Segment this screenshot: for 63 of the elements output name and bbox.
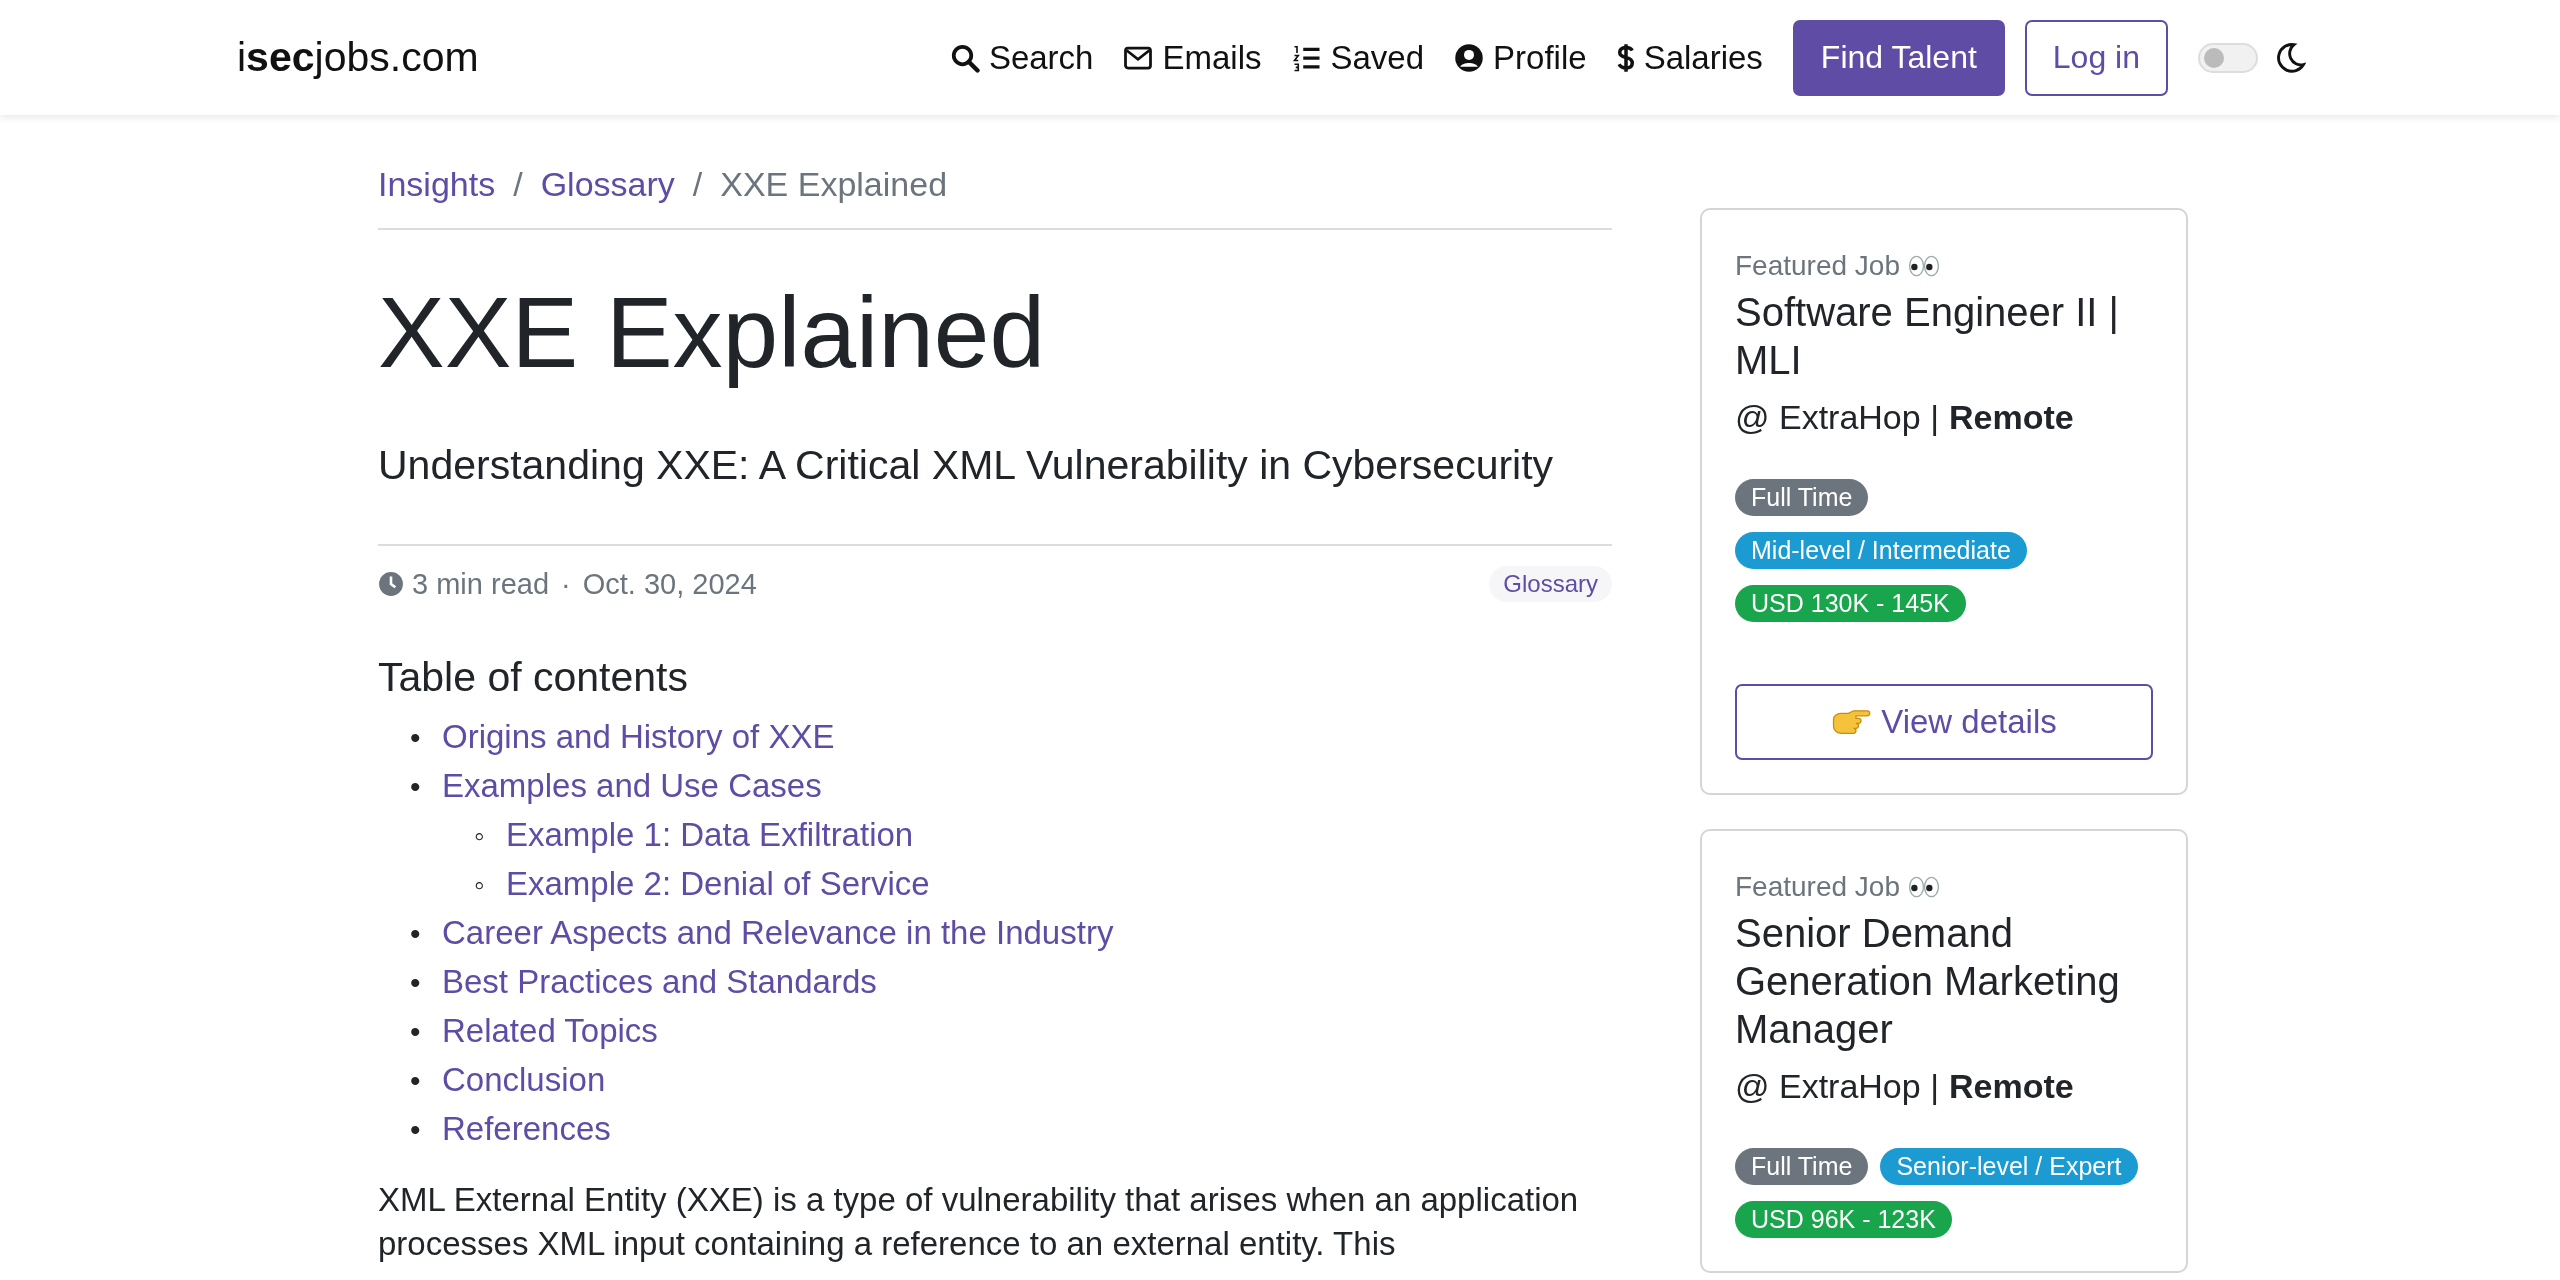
breadcrumb-separator: / bbox=[692, 165, 703, 204]
company-name: @ ExtraHop | bbox=[1735, 398, 1939, 437]
nav-link[interactable]: Salaries bbox=[1616, 38, 1763, 77]
view-details-button[interactable]: View details bbox=[1735, 684, 2153, 760]
breadcrumb-current: XXE Explained bbox=[720, 165, 948, 204]
separator-dot: · bbox=[561, 567, 571, 601]
job-title[interactable]: Software Engineer II | MLI bbox=[1735, 288, 2153, 384]
clock-icon bbox=[378, 571, 404, 597]
job-location: Remote bbox=[1948, 398, 2074, 437]
user-circle-icon bbox=[1454, 42, 1485, 73]
job-tag: Full Time bbox=[1735, 1148, 1869, 1185]
featured-label: Featured Job bbox=[1735, 250, 1900, 282]
eyes-icon bbox=[1908, 876, 1940, 898]
toc-link[interactable]: Example 1: Data Exfiltration bbox=[506, 811, 914, 859]
featured-label: Featured Job bbox=[1735, 871, 1900, 903]
toc-link[interactable]: Best Practices and Standards bbox=[442, 958, 877, 1006]
theme-toggle[interactable] bbox=[2198, 42, 2258, 73]
nav-link[interactable]: Saved bbox=[1291, 38, 1425, 77]
bullet: • bbox=[410, 1014, 422, 1050]
bullet: • bbox=[410, 1112, 422, 1148]
nav-link[interactable]: Profile bbox=[1454, 38, 1587, 77]
toc-link[interactable]: Career Aspects and Relevance in the Industry bbox=[442, 909, 1114, 957]
bullet: ◦ bbox=[474, 818, 486, 854]
breadcrumb-link[interactable]: Glossary bbox=[540, 165, 675, 204]
job-tag: Mid-level / Intermediate bbox=[1735, 532, 2027, 569]
page-subtitle: Understanding XXE: A Critical XML Vulnerability in Cybersecurity bbox=[378, 442, 1555, 489]
pointing-hand-icon bbox=[1831, 707, 1872, 737]
page-title: XXE Explained bbox=[378, 275, 1047, 390]
job-location: Remote bbox=[1948, 1067, 2074, 1106]
job-tag: USD 130K - 145K bbox=[1735, 585, 1966, 622]
moon-icon[interactable] bbox=[2274, 41, 2306, 74]
read-time: 3 min read bbox=[412, 567, 549, 601]
find-talent-button[interactable]: Find Talent bbox=[1792, 19, 2005, 96]
nav-link[interactable]: Search bbox=[949, 38, 1094, 77]
site-logo[interactable]: isecjobs.com bbox=[237, 34, 479, 81]
bullet: • bbox=[410, 916, 422, 952]
company-name: @ ExtraHop | bbox=[1735, 1067, 1939, 1106]
login-button[interactable]: Log in bbox=[2024, 19, 2168, 96]
bullet: • bbox=[410, 1063, 422, 1099]
bullet: • bbox=[410, 965, 422, 1001]
eyes-icon bbox=[1908, 255, 1940, 277]
toc-link[interactable]: Conclusion bbox=[442, 1056, 606, 1104]
nav-link[interactable]: Emails bbox=[1123, 38, 1262, 77]
article-paragraph: XML External Entity (XXE) is a type of vulnerability that arises when an application processes XML input containing a reference to an external entity. This bbox=[378, 1180, 1580, 1264]
category-tag[interactable]: Glossary bbox=[1489, 566, 1612, 602]
toc-link[interactable]: Origins and History of XXE bbox=[442, 713, 835, 761]
toc-link[interactable]: Examples and Use Cases bbox=[442, 762, 822, 810]
job-tag: USD 96K - 123K bbox=[1735, 1201, 1952, 1238]
job-tag: Full Time bbox=[1735, 479, 1869, 516]
publish-date: Oct. 30, 2024 bbox=[582, 567, 757, 601]
breadcrumb-link[interactable]: Insights bbox=[378, 165, 496, 204]
job-title[interactable]: Senior Demand Generation Marketing Manager bbox=[1735, 909, 2153, 1053]
bullet: • bbox=[410, 769, 422, 805]
toc-link[interactable]: Related Topics bbox=[442, 1007, 658, 1055]
search-icon bbox=[949, 42, 980, 73]
dollar-icon bbox=[1616, 42, 1635, 73]
job-tag: Senior-level / Expert bbox=[1880, 1148, 2138, 1185]
breadcrumb-separator: / bbox=[513, 165, 523, 204]
toc-link[interactable]: References bbox=[442, 1105, 611, 1153]
bullet: ◦ bbox=[474, 867, 486, 903]
toc-heading: Table of contents bbox=[378, 654, 689, 701]
bullet: • bbox=[410, 720, 422, 756]
toc-link[interactable]: Example 2: Denial of Service bbox=[506, 860, 930, 908]
